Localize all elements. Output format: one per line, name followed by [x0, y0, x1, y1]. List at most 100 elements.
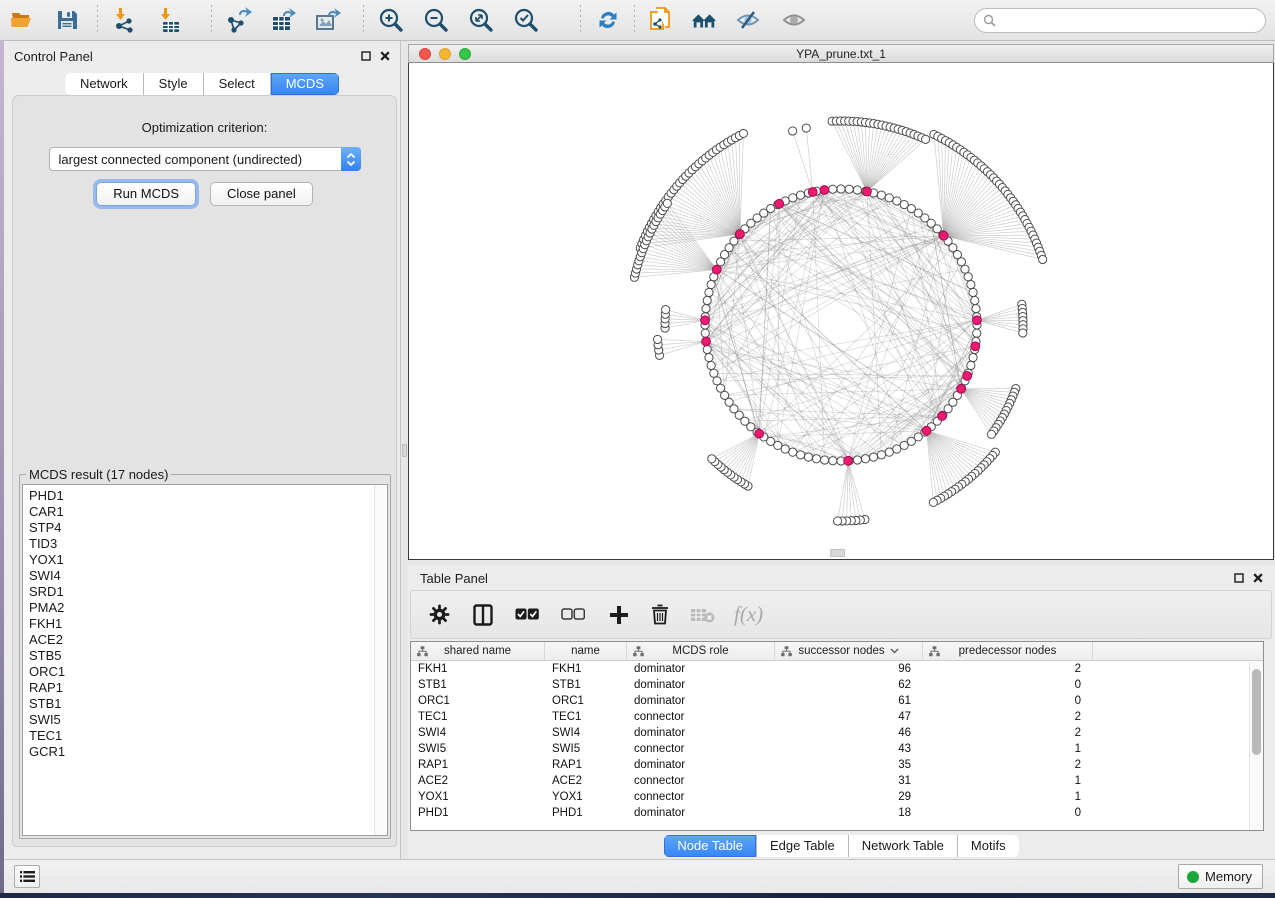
- scrollbar-thumb[interactable]: [1252, 669, 1261, 755]
- zoom-fit-icon[interactable]: [467, 6, 495, 34]
- table-row[interactable]: STB1STB1dominator620: [411, 677, 1263, 693]
- search-input[interactable]: [1001, 12, 1257, 28]
- mcds-result-item[interactable]: ORC1: [29, 664, 387, 680]
- column-header-MCDS-role[interactable]: MCDS role: [627, 642, 775, 660]
- network-window-titlebar[interactable]: YPA_prune.txt_1: [408, 44, 1274, 63]
- mcds-result-item[interactable]: STB5: [29, 648, 387, 664]
- tab-style[interactable]: Style: [144, 73, 204, 95]
- table-options-gear-icon[interactable]: [429, 604, 450, 625]
- delete-column-trash-icon[interactable]: [651, 604, 669, 625]
- mcds-result-item[interactable]: RAP1: [29, 680, 387, 696]
- memory-label: Memory: [1205, 869, 1252, 884]
- table-cell: STB1: [545, 679, 627, 691]
- tab-motifs[interactable]: Motifs: [958, 835, 1019, 857]
- mcds-result-list[interactable]: PHD1CAR1STP4TID3YOX1SWI4SRD1PMA2FKH1ACE2…: [22, 484, 388, 836]
- mcds-result-item[interactable]: STB1: [29, 696, 387, 712]
- task-history-button[interactable]: [14, 865, 40, 888]
- memory-button[interactable]: Memory: [1178, 864, 1263, 889]
- hide-selected-eye-slash-icon[interactable]: [734, 6, 762, 34]
- table-row[interactable]: YOX1YOX1connector291: [411, 789, 1263, 805]
- table-cell: 35: [775, 759, 923, 771]
- vertical-splitter-handle[interactable]: [402, 444, 407, 457]
- clone-network-icon[interactable]: [647, 6, 675, 34]
- mcds-result-item[interactable]: SRD1: [29, 584, 387, 600]
- close-table-panel-icon[interactable]: [1253, 573, 1263, 583]
- table-toolbar: f(x): [410, 590, 1272, 639]
- tab-node-table[interactable]: Node Table: [664, 835, 757, 857]
- table-row[interactable]: RAP1RAP1dominator352: [411, 757, 1263, 773]
- mcds-result-item[interactable]: CAR1: [29, 504, 387, 520]
- import-network-icon[interactable]: [111, 6, 139, 34]
- mcds-result-item[interactable]: GCR1: [29, 744, 387, 760]
- deselect-all-columns-icon[interactable]: [561, 608, 585, 621]
- mcds-list-scrollbar[interactable]: [374, 485, 387, 835]
- search-field[interactable]: [974, 8, 1266, 33]
- close-panel-button[interactable]: Close panel: [210, 182, 313, 206]
- save-session-icon[interactable]: [53, 6, 81, 34]
- table-row[interactable]: TEC1TEC1connector472: [411, 709, 1263, 725]
- mcds-result-item[interactable]: STP4: [29, 520, 387, 536]
- zoom-in-icon[interactable]: [377, 6, 405, 34]
- export-network-icon[interactable]: [225, 6, 253, 34]
- network-canvas[interactable]: [408, 63, 1274, 560]
- mcds-result-item[interactable]: SWI5: [29, 712, 387, 728]
- column-header-shared-name[interactable]: shared name: [411, 642, 545, 660]
- table-cell: ORC1: [545, 695, 627, 707]
- table-cell: dominator: [627, 663, 775, 675]
- export-table-icon[interactable]: [270, 6, 298, 34]
- horizontal-splitter-handle[interactable]: [830, 549, 845, 557]
- mcds-result-item[interactable]: FKH1: [29, 616, 387, 632]
- column-header-predecessor-nodes[interactable]: predecessor nodes: [923, 642, 1093, 660]
- vertical-splitter[interactable]: [401, 41, 408, 859]
- column-visibility-icon[interactable]: [473, 604, 493, 626]
- neighbors-icon[interactable]: [690, 6, 718, 34]
- tab-mcds[interactable]: MCDS: [271, 73, 339, 95]
- column-header-successor-nodes[interactable]: successor nodes: [775, 642, 923, 660]
- zoom-out-icon[interactable]: [422, 6, 450, 34]
- refresh-icon[interactable]: [594, 6, 622, 34]
- show-all-eye-icon[interactable]: [780, 6, 808, 34]
- export-image-icon[interactable]: [314, 6, 342, 34]
- table-row[interactable]: PHD1PHD1dominator180: [411, 805, 1263, 821]
- sort-desc-icon: [890, 648, 899, 654]
- open-file-icon[interactable]: [8, 6, 36, 34]
- create-column-plus-icon[interactable]: [609, 605, 629, 625]
- column-header-name[interactable]: name: [545, 642, 627, 660]
- table-row[interactable]: SWI5SWI5connector431: [411, 741, 1263, 757]
- tab-select[interactable]: Select: [204, 73, 271, 95]
- table-row[interactable]: SWI4SWI4dominator462: [411, 725, 1263, 741]
- table-cell: ACE2: [545, 775, 627, 787]
- mcds-result-groupbox: MCDS result (17 nodes) PHD1CAR1STP4TID3Y…: [19, 467, 391, 839]
- close-panel-icon[interactable]: [380, 51, 390, 61]
- mcds-result-item[interactable]: YOX1: [29, 552, 387, 568]
- table-cell: connector: [627, 791, 775, 803]
- mcds-result-item[interactable]: TID3: [29, 536, 387, 552]
- tab-network[interactable]: Network: [65, 73, 144, 95]
- mcds-result-item[interactable]: SWI4: [29, 568, 387, 584]
- table-cell: 1: [923, 743, 1093, 755]
- select-all-columns-icon[interactable]: [515, 608, 539, 621]
- import-table-icon[interactable]: [156, 6, 184, 34]
- table-header-row: shared namenameMCDS rolesuccessor nodesp…: [411, 642, 1263, 661]
- network-window-title: YPA_prune.txt_1: [409, 47, 1273, 61]
- table-panel: Table Panel f(x) shared namenameMCDS: [408, 565, 1275, 859]
- float-panel-icon[interactable]: [361, 51, 371, 61]
- mcds-result-item[interactable]: TEC1: [29, 728, 387, 744]
- mcds-result-item[interactable]: PHD1: [29, 488, 387, 504]
- run-mcds-button[interactable]: Run MCDS: [96, 182, 196, 206]
- network-graph: [409, 63, 1273, 558]
- mcds-result-item[interactable]: ACE2: [29, 632, 387, 648]
- table-row[interactable]: ORC1ORC1dominator610: [411, 693, 1263, 709]
- table-cell: SWI5: [545, 743, 627, 755]
- table-cell: ACE2: [411, 775, 545, 787]
- tab-edge-table[interactable]: Edge Table: [757, 835, 849, 857]
- table-vertical-scrollbar[interactable]: [1249, 661, 1263, 831]
- table-cell: 18: [775, 807, 923, 819]
- tab-network-table[interactable]: Network Table: [849, 835, 958, 857]
- table-row[interactable]: ACE2ACE2connector311: [411, 773, 1263, 789]
- mcds-result-item[interactable]: PMA2: [29, 600, 387, 616]
- table-row[interactable]: FKH1FKH1dominator962: [411, 661, 1263, 677]
- zoom-selected-icon[interactable]: [512, 6, 540, 34]
- float-table-panel-icon[interactable]: [1234, 573, 1244, 583]
- optimization-criterion-select[interactable]: largest connected component (undirected): [49, 147, 361, 171]
